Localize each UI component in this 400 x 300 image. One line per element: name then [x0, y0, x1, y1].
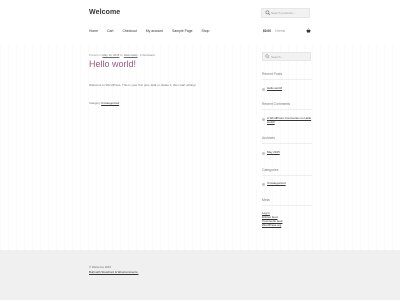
basket-icon[interactable]	[306, 28, 311, 33]
post-meta: Posted on May 14, 2015 by ttdemo4wp · 1 …	[89, 53, 249, 57]
widget-divider	[262, 109, 312, 110]
header-search-placeholder: Search products…	[271, 11, 296, 15]
header-search-input[interactable]: Search products…	[261, 8, 310, 18]
widget-title-archives: Archives	[262, 136, 276, 140]
widget-divider	[262, 205, 312, 206]
posted-on-label: Posted on	[89, 53, 102, 57]
nav-item-my-account[interactable]: My account	[146, 29, 163, 35]
footer-copyright: © Welcome 2015	[89, 265, 112, 269]
nav-item-cart[interactable]: Cart	[107, 29, 113, 35]
sidebar-search-input[interactable]: Search…	[262, 52, 311, 61]
list-bullet	[262, 88, 265, 91]
by-label: by	[120, 53, 124, 57]
archive-link[interactable]: May 2015	[267, 150, 312, 155]
meta-link-wordpress-org[interactable]: WordPress.org	[262, 223, 281, 228]
post-content: Welcome to WordPress. This is your first…	[89, 83, 196, 87]
nav-item-home[interactable]: Home	[89, 29, 98, 35]
widget-divider	[262, 79, 312, 80]
nav-item-sample-page[interactable]: Sample Page	[172, 29, 192, 35]
category-link[interactable]: Uncategorized	[267, 181, 312, 186]
post-date-link[interactable]: May 14, 2015	[102, 53, 119, 57]
post-comments-link[interactable]: 1 Comment	[140, 53, 154, 57]
cart-amount: $0.00	[263, 29, 271, 33]
nav-item-shop[interactable]: Shop	[201, 29, 209, 35]
widget-divider	[262, 175, 312, 176]
post-article: Posted on May 14, 2015 by ttdemo4wp · 1 …	[89, 53, 249, 70]
header-cart-link[interactable]: $0.00 0 items	[263, 29, 285, 33]
post-category-line: Category Uncategorized	[89, 101, 119, 105]
post-author-link[interactable]: ttdemo4wp	[124, 53, 138, 57]
widget-title-meta: Meta	[262, 198, 270, 202]
page-background	[0, 44, 400, 250]
list-bullet	[262, 183, 265, 186]
site-header: Welcome Search products… Home Cart Check…	[0, 0, 400, 44]
post-title[interactable]: Hello world!	[89, 59, 249, 70]
list-bullet	[262, 118, 265, 121]
footer-built-with-link[interactable]: Built with Storefront & WooCommerce.	[89, 270, 138, 274]
primary-navigation: Home Cart Checkout My account Sample Pag…	[89, 29, 218, 35]
post-category-link[interactable]: Uncategorized	[101, 101, 119, 105]
widget-title-recent-posts: Recent Posts	[262, 72, 283, 76]
cart-items-count: 0 items	[274, 29, 286, 33]
site-footer: © Welcome 2015 Built with Storefront & W…	[0, 250, 400, 300]
widget-divider	[262, 143, 312, 144]
nav-item-checkout[interactable]: Checkout	[122, 29, 136, 35]
recent-comment-link[interactable]: A WordPress Commenter on Hello world!	[267, 116, 312, 124]
search-icon	[265, 54, 270, 59]
recent-post-link[interactable]: Hello world!	[267, 86, 312, 91]
category-label: Category	[89, 101, 101, 105]
list-bullet	[262, 152, 265, 155]
sidebar-search-placeholder: Search…	[271, 54, 284, 59]
widget-title-recent-comments: Recent Comments	[262, 102, 291, 106]
site-title[interactable]: Welcome	[89, 9, 120, 16]
widget-title-categories: Categories	[262, 168, 279, 172]
